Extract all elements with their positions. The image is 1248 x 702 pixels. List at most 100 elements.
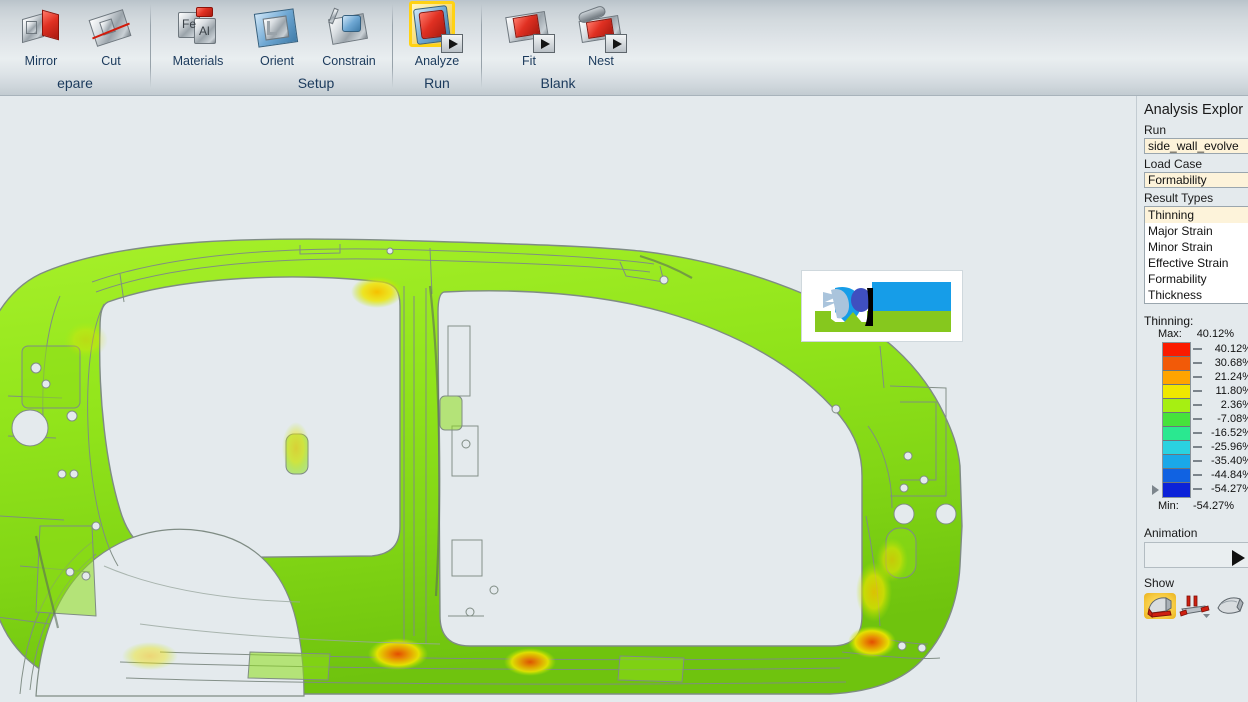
- legend-band-6: [1163, 427, 1190, 441]
- side-wall-model: [0, 238, 963, 697]
- legend-title: Thinning:: [1144, 314, 1194, 328]
- analysis-explorer-panel: Analysis Explor Run side_wall_evolve Loa…: [1136, 96, 1248, 702]
- ribbon-button-cut[interactable]: Cut: [74, 2, 148, 78]
- result-type-item-minor-strain[interactable]: Minor Strain: [1145, 239, 1248, 255]
- preview-thumbnail-image: [815, 282, 951, 332]
- orient-icon: [253, 4, 301, 52]
- show-label: Show: [1144, 576, 1175, 590]
- legend-tick-value: -7.08%: [1217, 413, 1248, 425]
- ribbon-button-label: Mirror: [24, 54, 58, 68]
- load-case-select[interactable]: Formability: [1144, 172, 1248, 188]
- legend-tick-6: -16.52%: [1193, 426, 1248, 440]
- ribbon-button-label: Orient: [259, 54, 295, 68]
- preview-thumbnail-popup[interactable]: [801, 270, 963, 342]
- legend-tick-dash: [1193, 348, 1202, 350]
- materials-icon: Fe Al: [174, 4, 222, 52]
- ribbon-group-setup: Orient Constrain Setup: [240, 0, 392, 96]
- legend-tick-8: -35.40%: [1193, 454, 1248, 468]
- result-types-label: Result Types: [1144, 191, 1214, 205]
- legend-tick-3: 11.80%: [1193, 384, 1248, 398]
- ribbon-button-constrain[interactable]: Constrain: [312, 2, 386, 78]
- ribbon-group-blank: Fit Nest Blank: [482, 0, 634, 96]
- legend-min-marker[interactable]: [1152, 485, 1159, 495]
- result-types-list[interactable]: Thinning Major Strain Minor Strain Effec…: [1144, 206, 1248, 304]
- legend-tick-9: -44.84%: [1193, 468, 1248, 482]
- play-badge-icon: [441, 34, 463, 53]
- legend-band-8: [1163, 455, 1190, 469]
- cut-icon: [87, 4, 135, 52]
- ribbon-group-run: Analyze Run: [393, 0, 481, 96]
- result-type-item-major-strain[interactable]: Major Strain: [1145, 223, 1248, 239]
- ribbon-group-label: epare: [57, 75, 93, 91]
- legend-tick-value: 11.80%: [1215, 385, 1248, 397]
- legend-band-7: [1163, 441, 1190, 455]
- ribbon-button-label: Nest: [588, 54, 614, 68]
- 3d-model-viewport[interactable]: [0, 96, 1136, 702]
- legend-tick-value: 30.68%: [1214, 357, 1248, 369]
- ribbon-group-label: Setup: [297, 75, 335, 91]
- legend-tick-dash: [1193, 376, 1202, 378]
- show-blank-icon[interactable]: [1214, 593, 1246, 619]
- result-type-item-effective-strain[interactable]: Effective Strain: [1145, 255, 1248, 271]
- legend-max-row: Max: 40.12%: [1144, 328, 1248, 342]
- show-part-icon[interactable]: [1144, 593, 1176, 619]
- run-select[interactable]: side_wall_evolve: [1144, 138, 1248, 154]
- ribbon-button-analyze[interactable]: Analyze: [400, 1, 474, 78]
- legend-tick-value: -25.96%: [1211, 441, 1248, 453]
- ribbon-button-orient[interactable]: Orient: [240, 2, 314, 78]
- result-type-item-thickness[interactable]: Thickness: [1145, 287, 1248, 303]
- legend-tick-dash: [1193, 390, 1202, 392]
- legend-tick-dash: [1193, 460, 1202, 462]
- run-label: Run: [1144, 123, 1167, 137]
- mirror-icon: [17, 4, 65, 52]
- legend-band-2: [1163, 371, 1190, 385]
- animation-label: Animation: [1144, 526, 1198, 540]
- ribbon-button-nest[interactable]: Nest: [564, 2, 638, 78]
- ribbon-group-label: Run: [424, 75, 450, 91]
- result-type-item-formability[interactable]: Formability: [1145, 271, 1248, 287]
- legend-band-10: [1163, 483, 1190, 497]
- legend-tick-value: 21.24%: [1214, 371, 1248, 383]
- ribbon-button-materials[interactable]: Fe Al Materials: [161, 2, 235, 78]
- legend-tick-dash: [1193, 362, 1202, 364]
- ribbon-button-label: Cut: [101, 54, 121, 68]
- ribbon-button-mirror[interactable]: Mirror: [4, 2, 78, 78]
- show-toggle-row: [1144, 593, 1248, 619]
- legend-tick-0: 40.12%: [1193, 342, 1248, 356]
- animation-play-button[interactable]: [1144, 542, 1248, 568]
- fit-icon: [505, 4, 555, 53]
- legend-tick-1: 30.68%: [1193, 356, 1248, 370]
- legend-tick-list: 40.12% 30.68% 21.24% 11.80% 2.36% -7.08% -16.5…: [1193, 342, 1248, 496]
- legend-min-value: -54.27%: [1193, 500, 1234, 512]
- legend-band-0: [1163, 343, 1190, 357]
- legend-band-3: [1163, 385, 1190, 399]
- ribbon-toolbar: Mirror Cut epare Fe Al Materials Orient …: [0, 0, 1248, 96]
- legend-tick-dash: [1193, 432, 1202, 434]
- legend-max-value: 40.12%: [1196, 328, 1234, 340]
- legend-max-label: Max:: [1158, 328, 1182, 340]
- legend-tick-value: 40.12%: [1214, 343, 1248, 355]
- legend-tick-10: -54.27%: [1193, 482, 1248, 496]
- ribbon-button-label: Fit: [522, 54, 536, 68]
- application-window: Mirror Cut epare Fe Al Materials Orient …: [0, 0, 1248, 702]
- legend-tick-value: -54.27%: [1211, 483, 1248, 495]
- legend-band-9: [1163, 469, 1190, 483]
- panel-title: Analysis Explor: [1144, 102, 1244, 118]
- ribbon-group-materials: Fe Al Materials: [151, 0, 246, 96]
- legend-tick-4: 2.36%: [1193, 398, 1248, 412]
- legend-min-label: Min:: [1158, 500, 1179, 512]
- play-badge-icon: [533, 34, 555, 53]
- legend-min-row: Min: -54.27%: [1144, 500, 1248, 514]
- legend-band-4: [1163, 399, 1190, 413]
- legend-tick-value: -35.40%: [1211, 455, 1248, 467]
- ribbon-button-label: Materials: [172, 54, 224, 68]
- ribbon-group-label: Blank: [540, 75, 576, 91]
- legend-tick-value: -44.84%: [1211, 469, 1248, 481]
- legend-tick-5: -7.08%: [1193, 412, 1248, 426]
- legend-tick-dash: [1193, 446, 1202, 448]
- result-legend: Thinning: Max: 40.12% 40.12% 30.68% 21.24% 1…: [1144, 314, 1248, 514]
- nest-icon: [576, 4, 627, 53]
- ribbon-button-fit[interactable]: Fit: [492, 2, 566, 78]
- show-tooling-icon[interactable]: [1179, 593, 1211, 619]
- result-type-item-thinning[interactable]: Thinning: [1145, 207, 1248, 223]
